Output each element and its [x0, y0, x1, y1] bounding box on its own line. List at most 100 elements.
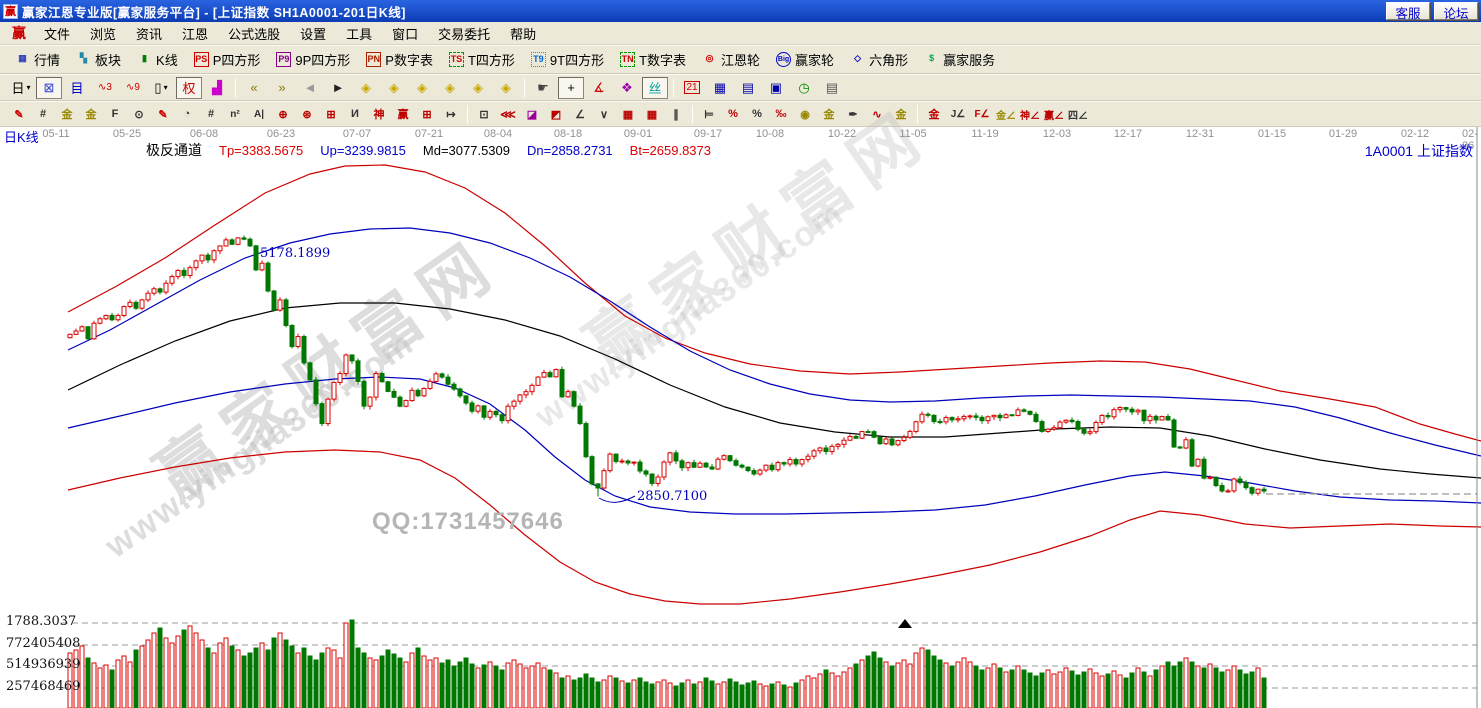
tool-permille[interactable]: ‰ [770, 104, 792, 124]
tool-angle-lines[interactable]: ∠ [569, 104, 591, 124]
toolbar-winner-service[interactable]: $ 赢家服务 [916, 48, 1003, 72]
tool-span-arrow[interactable]: ↦ [440, 104, 462, 124]
tool-f-angle[interactable]: F∠ [971, 104, 993, 124]
tool-draw-pen[interactable]: ✎ [8, 104, 30, 124]
tool-save[interactable]: ▣ [763, 77, 789, 99]
tool-shen-angle[interactable]: 神∠ [1019, 104, 1041, 124]
tool-goto-first[interactable]: « [241, 77, 267, 99]
tool-gold-grid-2[interactable]: 金 [80, 104, 102, 124]
toolbar-hexagon[interactable]: ◇ 六角形 [842, 48, 916, 72]
n-square-icon: n² [230, 108, 240, 120]
tool-red-pen[interactable]: ✎ [152, 104, 174, 124]
tool-region-select[interactable]: ⊠ [36, 76, 62, 99]
toolbar-winner-wheel[interactable]: Big 赢家轮 [768, 48, 842, 72]
tool-period-day[interactable]: 日 ▾ [8, 77, 34, 99]
tool-gold-grid-1[interactable]: 金 [56, 104, 78, 124]
tool-notes[interactable]: ▤ [735, 77, 761, 99]
tool-zoom-out[interactable]: ◈ [465, 77, 491, 99]
tool-grid-123[interactable]: ⊞ [416, 104, 438, 124]
tool-gann-flower[interactable]: ❖ [614, 77, 640, 99]
tool-red-grid-1[interactable]: ▦ [617, 104, 639, 124]
tool-fan-rays[interactable]: ⋘ [497, 104, 519, 124]
tool-chart-style[interactable]: ▟ [204, 77, 230, 99]
tool-percent-red[interactable]: % [722, 104, 744, 124]
tool-web-update[interactable]: ◷ [791, 77, 817, 99]
tool-win-angle[interactable]: 赢∠ [1043, 104, 1065, 124]
tool-red-grid-2[interactable]: ▦ [641, 104, 663, 124]
tool-circle-cross[interactable]: ⊕ [272, 104, 294, 124]
tool-v-wave[interactable]: ∨ [593, 104, 615, 124]
tool-n-wave[interactable]: И [344, 104, 366, 124]
tool-goto-last[interactable]: » [269, 77, 295, 99]
tool-calculator[interactable]: ▦ [707, 77, 733, 99]
customer-service-button[interactable]: 客服 [1386, 2, 1430, 21]
tool-circle-5[interactable]: ⊙ [128, 104, 150, 124]
tool-fan-square-red[interactable]: ◩ [545, 104, 567, 124]
menu-item-交易委托[interactable]: 交易委托 [428, 22, 500, 44]
tool-angle-measure[interactable]: ∡ [586, 77, 612, 99]
tool-candle-style[interactable]: ▯ ▾ [148, 77, 174, 99]
tool-price-ruler[interactable]: ⊨ [698, 104, 720, 124]
tool-n-square[interactable]: n² [224, 104, 246, 124]
tool-shen-grid[interactable]: 神 [368, 104, 390, 124]
tool-star-circle[interactable]: ⊛ [296, 104, 318, 124]
toolbar-p-square[interactable]: PS P四方形 [186, 48, 269, 72]
tool-page-prev[interactable]: ◄ [297, 77, 323, 99]
tool-shift-right[interactable]: ◈ [381, 77, 407, 99]
tool-print[interactable]: ▤ [819, 77, 845, 99]
tool-wave-9[interactable]: ∿9 [120, 77, 146, 99]
menu-item-江恩[interactable]: 江恩 [172, 22, 218, 44]
tool-j-angle[interactable]: J∠ [947, 104, 969, 124]
tool-silk-tool[interactable]: 丝 [642, 76, 668, 99]
tool-stock-list[interactable]: 目 [64, 77, 90, 99]
toolbar-quotes[interactable]: ▦ 行情 [7, 48, 68, 72]
tool-fan-square-purple[interactable]: ◪ [521, 104, 543, 124]
tool-shift-left[interactable]: ◈ [353, 77, 379, 99]
tool-zoom-in[interactable]: ◈ [437, 77, 463, 99]
tool-time-cycle[interactable]: ◔ [176, 104, 198, 124]
tool-ex-rights[interactable]: 权 [176, 76, 202, 99]
toolbar-t-table[interactable]: TN T数字表 [612, 48, 694, 72]
tool-wave-3[interactable]: ∿3 [92, 77, 118, 99]
tool-win-grid[interactable]: 赢 [392, 104, 414, 124]
menu-item-浏览[interactable]: 浏览 [80, 22, 126, 44]
toolbar-p-table[interactable]: PN P数字表 [358, 48, 441, 72]
tool-zoom-fit[interactable]: ◈ [493, 77, 519, 99]
tool-f-grid[interactable]: F [104, 104, 126, 124]
menu-item-工具[interactable]: 工具 [336, 22, 382, 44]
tool-si-angle[interactable]: 四∠ [1067, 104, 1089, 124]
tool-gold-level[interactable]: 金 [818, 104, 840, 124]
tool-gold-line[interactable]: 金 [890, 104, 912, 124]
tool-tick-ruler[interactable]: # [200, 104, 222, 124]
tool-crosshair[interactable]: + [558, 76, 584, 99]
tool-calendar[interactable]: 21 [679, 77, 705, 99]
tool-percent[interactable]: % [746, 104, 768, 124]
tool-hand-tool[interactable]: ☛ [530, 77, 556, 99]
toolbar-gann-wheel[interactable]: ◎ 江恩轮 [694, 48, 768, 72]
tool-gold-angle[interactable]: 金∠ [995, 104, 1017, 124]
candlestick-chart[interactable] [0, 127, 1481, 708]
toolbar-kline[interactable]: ▮ K线 [129, 48, 186, 72]
toolbar-t-square[interactable]: TS T四方形 [441, 48, 523, 72]
menu-item-设置[interactable]: 设置 [290, 22, 336, 44]
forum-button[interactable]: 论坛 [1434, 2, 1478, 21]
menu-item-文件[interactable]: 文件 [34, 22, 80, 44]
tool-parallel-lines[interactable]: ∥ [665, 104, 687, 124]
tool-gold-angle-red[interactable]: 金 [923, 104, 945, 124]
tool-zoom-horizontal[interactable]: ◈ [409, 77, 435, 99]
menu-item-资讯[interactable]: 资讯 [126, 22, 172, 44]
toolbar-9p-square[interactable]: P9 9P四方形 [268, 48, 358, 72]
tool-gold-circle[interactable]: ◉ [794, 104, 816, 124]
menu-item-帮助[interactable]: 帮助 [500, 22, 546, 44]
menu-item-窗口[interactable]: 窗口 [382, 22, 428, 44]
toolbar-sectors[interactable]: ▚ 板块 [68, 48, 129, 72]
tool-page-next[interactable]: ► [325, 77, 351, 99]
tool-square-grid[interactable]: ⊞ [320, 104, 342, 124]
toolbar-9t-square[interactable]: T9 9T四方形 [523, 48, 612, 72]
tool-wave-line[interactable]: ∿ [866, 104, 888, 124]
tool-grid-ticks[interactable]: # [32, 104, 54, 124]
menu-item-公式选股[interactable]: 公式选股 [218, 22, 290, 44]
tool-ink-pen[interactable]: ✒ [842, 104, 864, 124]
tool-a-line[interactable]: A| [248, 104, 270, 124]
tool-box-tool[interactable]: ⊡ [473, 104, 495, 124]
